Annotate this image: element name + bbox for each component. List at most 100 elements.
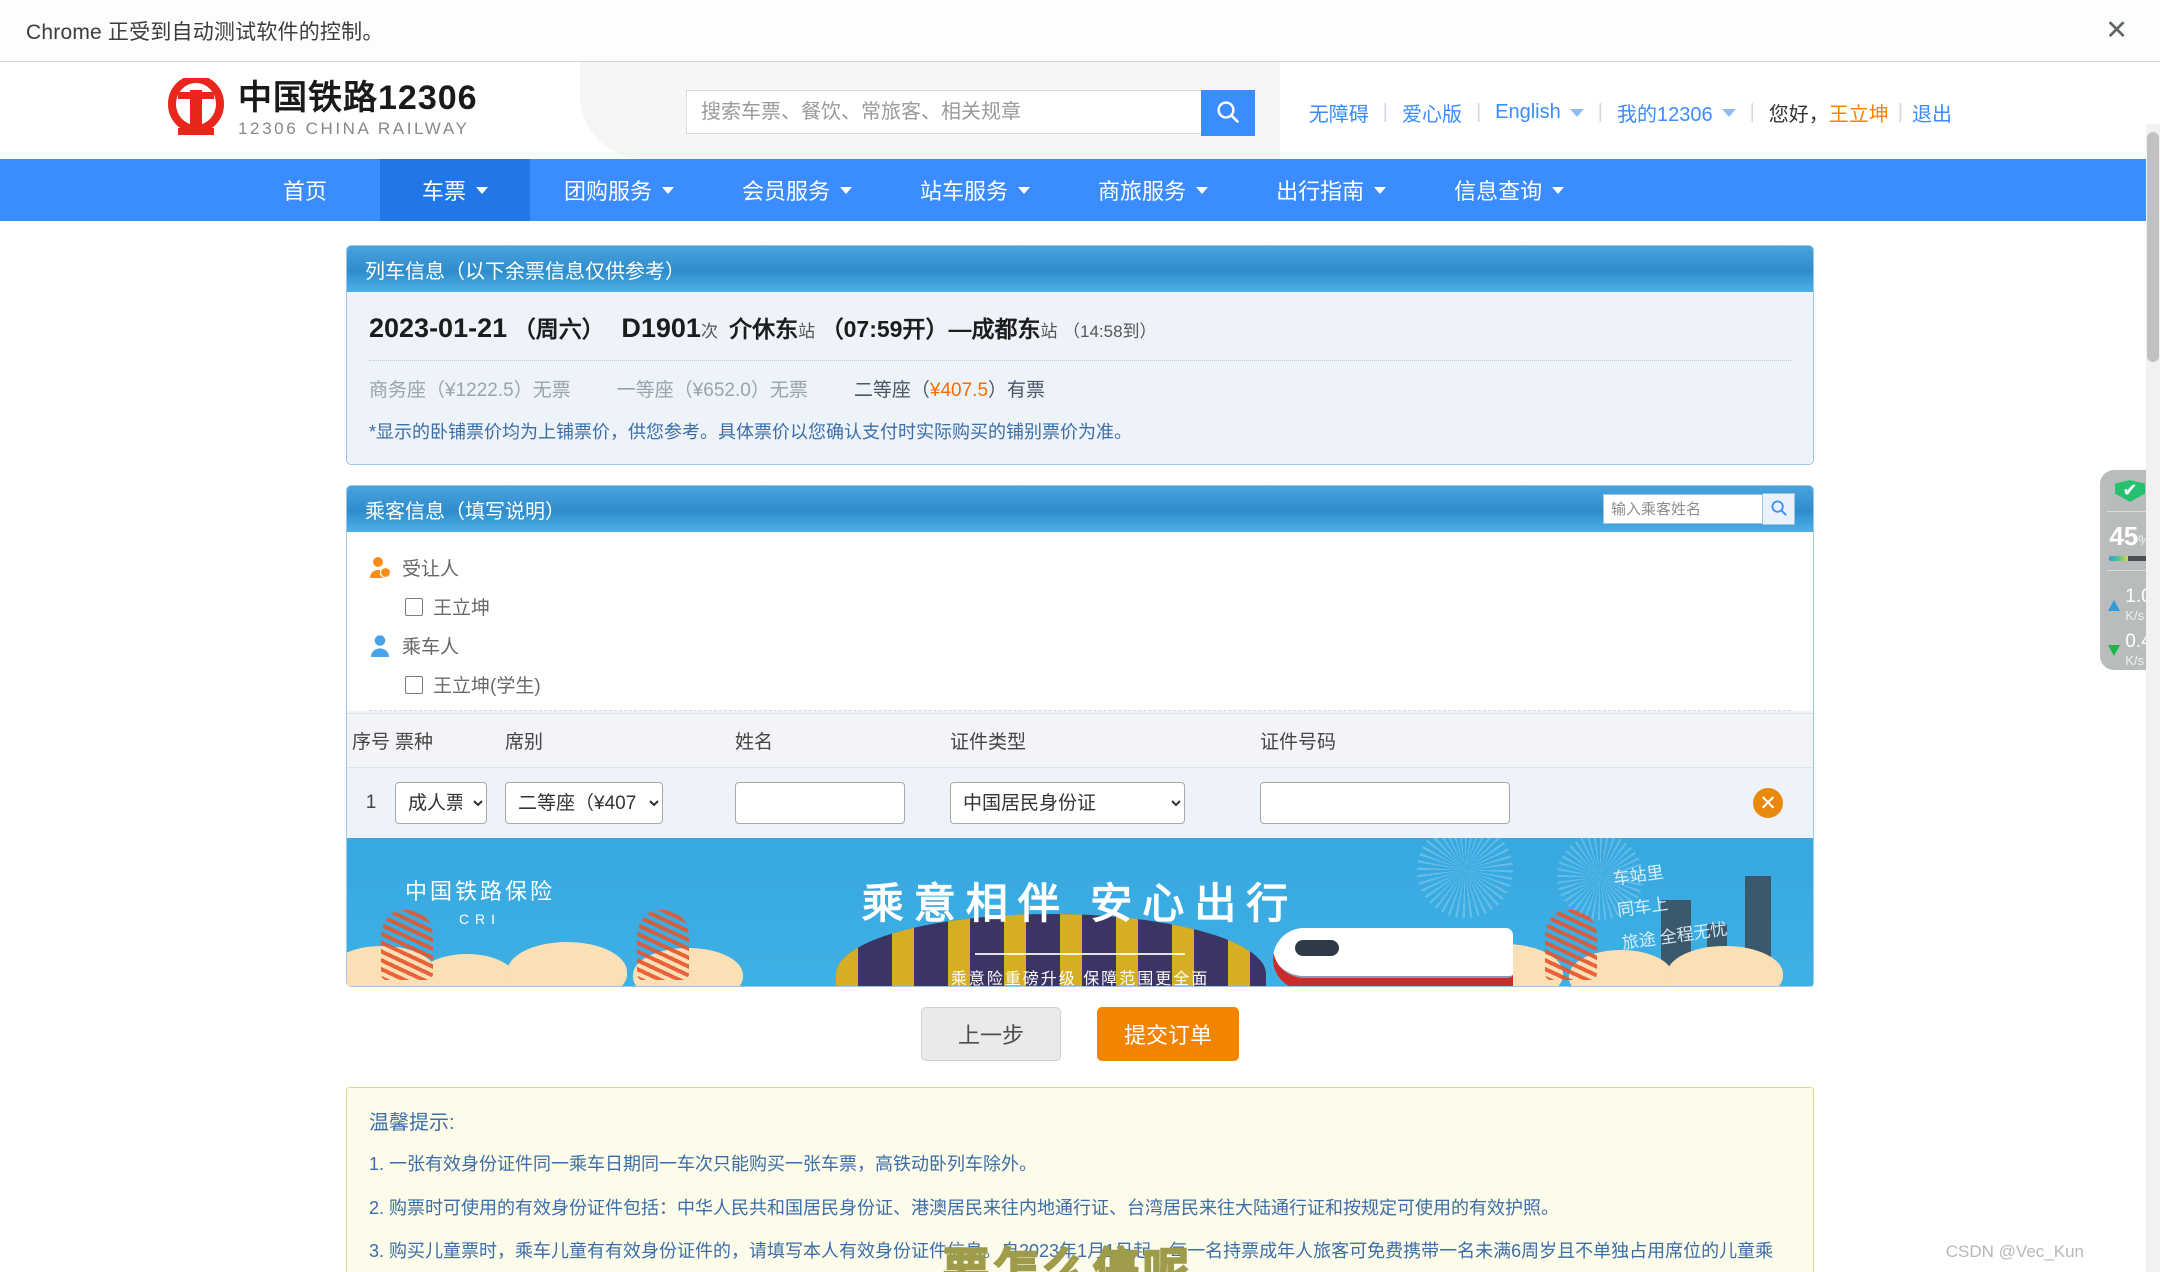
chevron-down-icon	[662, 187, 674, 194]
passenger-name-label: 王立坤(学生)	[433, 671, 541, 698]
group-label: 乘车人	[402, 632, 459, 659]
passenger-info-panel: 乘客信息（填写说明）	[346, 485, 1814, 987]
seat-name: 商务座	[369, 380, 426, 401]
link-separator: |	[1383, 101, 1388, 124]
checkbox-icon[interactable]	[405, 676, 423, 694]
seat-status: 无票	[533, 380, 571, 401]
nav-label: 会员服务	[742, 174, 830, 206]
nav-item-member-services[interactable]: 会员服务	[708, 159, 886, 221]
upload-unit: K/s	[2125, 608, 2144, 623]
seat-status: 无票	[770, 380, 808, 401]
tips-item-2: 2. 购票时可使用的有效身份证件包括：中华人民共和国居民身份证、港澳居民来往内地…	[369, 1193, 1791, 1225]
search-input[interactable]	[686, 90, 1201, 134]
link-english[interactable]: English	[1495, 101, 1561, 124]
tips-item-3: 3. 购买儿童票时，乘车儿童有有效身份证件的，请填写本人有效身份证件信息。自20…	[369, 1236, 1791, 1272]
nav-item-home[interactable]: 首页	[230, 159, 380, 221]
passenger-name-input[interactable]	[1603, 494, 1763, 524]
chevron-down-icon[interactable]	[1722, 109, 1736, 117]
chevron-down-icon	[476, 187, 488, 194]
nav-label: 团购服务	[564, 174, 652, 206]
cell-seat-type: 二等座（¥407.5）	[505, 768, 735, 839]
table-header-row: 序号 票种 席别 姓名 证件类型 证件号码	[347, 714, 1813, 768]
logo-text: 中国铁路12306 12306 CHINA RAILWAY	[238, 81, 478, 140]
train-summary-row: 2023-01-21 （周六） D1901次 介休东站 （07:59开）—成都东…	[347, 292, 1813, 344]
insurance-divider	[975, 953, 1185, 955]
chevron-down-icon[interactable]	[1570, 109, 1584, 117]
insurance-subline: 乘意险重磅升级 保障范围更全面	[347, 965, 1813, 986]
previous-step-button[interactable]: 上一步	[921, 1007, 1061, 1061]
id-type-select[interactable]: 中国居民身份证	[950, 782, 1185, 824]
close-icon[interactable]: ✕	[2099, 13, 2134, 48]
site-logo[interactable]: 中国铁路12306 12306 CHINA RAILWAY	[168, 78, 478, 142]
arrow-up-icon	[2108, 600, 2120, 611]
link-separator: |	[1750, 101, 1755, 124]
chevron-down-icon	[840, 187, 852, 194]
seat-name: 二等座	[854, 380, 911, 401]
train-number: D1901	[621, 313, 701, 343]
col-header-id-number: 证件号码	[1260, 714, 1560, 768]
nav-item-tickets[interactable]: 车票	[380, 159, 530, 221]
cell-ticket-type: 成人票	[395, 768, 505, 839]
chevron-down-icon	[1552, 187, 1564, 194]
logout-link[interactable]: 退出	[1912, 98, 1952, 127]
chevron-down-icon	[1196, 187, 1208, 194]
current-username[interactable]: 王立坤	[1829, 98, 1889, 127]
nav-label: 出行指南	[1276, 174, 1364, 206]
tips-panel: 温馨提示: 1. 一张有效身份证件同一乘车日期同一车次只能购买一张车票，高铁动卧…	[346, 1087, 1814, 1272]
to-station-suffix: 站	[1040, 322, 1057, 341]
seat-price: ¥407.5	[930, 380, 988, 401]
nav-label: 站车服务	[920, 174, 1008, 206]
nav-item-station-services[interactable]: 站车服务	[886, 159, 1064, 221]
memory-usage-bar	[2109, 556, 2151, 562]
shield-check-icon: ✔	[2115, 480, 2145, 502]
chevron-down-icon	[1374, 187, 1386, 194]
seat-status: 有票	[1007, 380, 1045, 401]
page-scrollbar-thumb[interactable]	[2147, 132, 2159, 362]
insurance-banner-copy: 乘意相伴 安心出行 乘意险重磅升级 保障范围更全面	[347, 870, 1813, 986]
nav-item-business-travel[interactable]: 商旅服务	[1064, 159, 1242, 221]
checkbox-icon[interactable]	[405, 598, 423, 616]
nav-label: 信息查询	[1454, 174, 1542, 206]
chevron-down-icon	[1018, 187, 1030, 194]
insurance-headline: 乘意相伴 安心出行	[347, 870, 1813, 931]
nav-item-travel-guide[interactable]: 出行指南	[1242, 159, 1420, 221]
id-number-field[interactable]	[1260, 782, 1510, 824]
search-icon	[1215, 99, 1241, 128]
insurance-banner[interactable]: 中国铁路保险 CRI 乘意相伴 安心出行 乘意险重磅升级 保障范围更全面 车站里…	[347, 838, 1813, 986]
table-row: 1 成人票 二等座（¥407.5）	[347, 768, 1813, 839]
delete-circle-icon[interactable]: ✕	[1753, 788, 1783, 818]
passenger-search-button[interactable]	[1763, 493, 1795, 525]
link-my-12306[interactable]: 我的12306	[1617, 98, 1713, 127]
passenger-info-title: 乘客信息（填写说明）	[365, 495, 565, 524]
download-unit: K/s	[2125, 653, 2144, 668]
seat-availability-row: 商务座（¥1222.5）无票 一等座（¥652.0）无票 二等座（¥407.5）…	[347, 361, 1813, 402]
cell-index: 1	[347, 768, 395, 839]
submit-order-button[interactable]: 提交订单	[1097, 1007, 1239, 1061]
nav-label: 车票	[422, 174, 466, 206]
col-header-index: 序号	[347, 714, 395, 768]
cell-name	[735, 768, 950, 839]
link-accessibility[interactable]: 无障碍	[1309, 98, 1369, 127]
departure-time: （07:59开）	[821, 316, 949, 342]
railway-logo-icon	[168, 78, 224, 142]
passenger-name-field[interactable]	[735, 782, 905, 824]
action-button-bar: 上一步 提交订单	[346, 1007, 1814, 1061]
passenger-checkbox-transferee-0[interactable]: 王立坤	[405, 593, 1791, 620]
seat-type-select[interactable]: 二等座（¥407.5）	[505, 782, 663, 824]
automation-info-bar: Chrome 正受到自动测试软件的控制。 ✕	[0, 0, 2160, 62]
search-button[interactable]	[1201, 90, 1255, 136]
ticket-type-select[interactable]: 成人票	[395, 782, 487, 824]
col-header-id-type: 证件类型	[950, 714, 1260, 768]
nav-item-group-buy[interactable]: 团购服务	[530, 159, 708, 221]
link-love-version[interactable]: 爱心版	[1402, 98, 1462, 127]
seat-price: （¥1222.5）	[426, 380, 533, 401]
passenger-checkbox-passenger-0[interactable]: 王立坤(学生)	[405, 671, 1791, 698]
search-area	[580, 62, 1280, 159]
nav-spacer	[0, 159, 230, 221]
csdn-watermark: CSDN @Vec_Kun	[1946, 1242, 2084, 1262]
cell-action: ✕	[1560, 768, 1813, 839]
link-separator: |	[1598, 101, 1603, 124]
nav-item-info-query[interactable]: 信息查询	[1420, 159, 1598, 221]
passenger-info-header: 乘客信息（填写说明）	[347, 486, 1813, 532]
col-header-action	[1560, 714, 1813, 768]
